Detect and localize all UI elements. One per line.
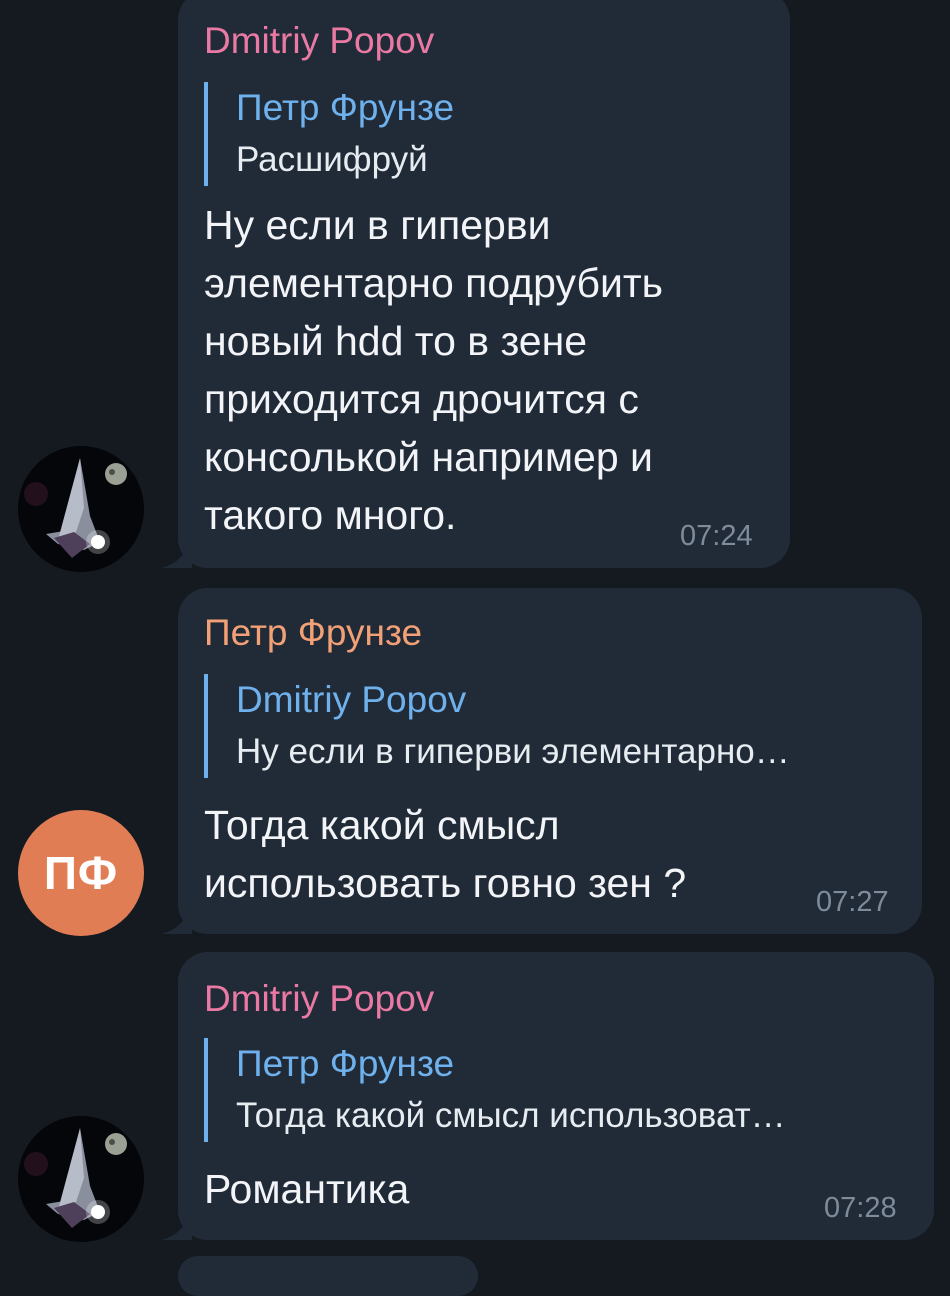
bubble-tail [162, 904, 192, 934]
sender-name[interactable]: Dmitriy Popov [204, 20, 434, 62]
reply-author: Петр Фрунзе [236, 1043, 455, 1084]
bubble-tail [162, 538, 192, 568]
reply-author: Dmitriy Popov [236, 679, 467, 720]
sender-name[interactable]: Петр Фрунзе [204, 612, 422, 654]
reply-snippet: Тогда какой смысл использоват… [236, 1096, 786, 1135]
avatar-dmitriy[interactable] [18, 1116, 144, 1242]
bubble-tail [162, 1210, 192, 1240]
text-line: приходится дрочится с [204, 376, 639, 422]
message-time: 07:28 [824, 1192, 897, 1224]
text-line: Ну если в гиперви [204, 202, 551, 248]
avatar-dmitriy[interactable] [18, 446, 144, 572]
reply-snippet: Расшифруй [236, 140, 428, 179]
message-bubble[interactable]: Петр Фрунзе Dmitriy Popov Ну если в гипе… [162, 588, 922, 934]
reply-quote[interactable]: Петр Фрунзе Расшифруй [204, 82, 454, 186]
text-line: такого много. [204, 492, 457, 538]
reply-author: Петр Фрунзе [236, 87, 455, 128]
avatar-initials: ПФ [43, 847, 119, 899]
message-time: 07:24 [680, 520, 753, 552]
message-text: Ну если в гиперви элементарно подрубить … [204, 196, 663, 544]
text-line: консолькой например и [204, 434, 653, 480]
spaceship-avatar-icon [18, 446, 144, 572]
avatar-petr[interactable]: ПФ [18, 810, 144, 936]
text-line: использовать говно зен ? [204, 860, 687, 906]
reply-quote[interactable]: Dmitriy Popov Ну если в гиперви элемента… [204, 674, 790, 778]
message-time: 07:27 [816, 886, 889, 918]
spaceship-avatar-icon [18, 1116, 144, 1242]
text-line: элементарно подрубить [204, 260, 663, 306]
message-text: Тогда какой смысл использовать говно зен… [204, 796, 686, 912]
text-line: Тогда какой смысл [204, 802, 560, 848]
sender-name[interactable]: Dmitriy Popov [204, 978, 434, 1020]
message-bubble[interactable]: Dmitriy Popov Петр Фрунзе Расшифруй Ну е… [162, 0, 790, 568]
reply-snippet: Ну если в гиперви элементарно… [236, 732, 790, 771]
message-text: Романтика [204, 1160, 409, 1218]
text-line: Романтика [204, 1166, 410, 1212]
message-bubble[interactable]: Dmitriy Popov Петр Фрунзе Тогда какой см… [162, 952, 934, 1240]
next-message-bubble-partial[interactable] [178, 1256, 478, 1296]
reply-quote[interactable]: Петр Фрунзе Тогда какой смысл использова… [204, 1038, 786, 1142]
text-line: новый hdd то в зене [204, 318, 588, 364]
